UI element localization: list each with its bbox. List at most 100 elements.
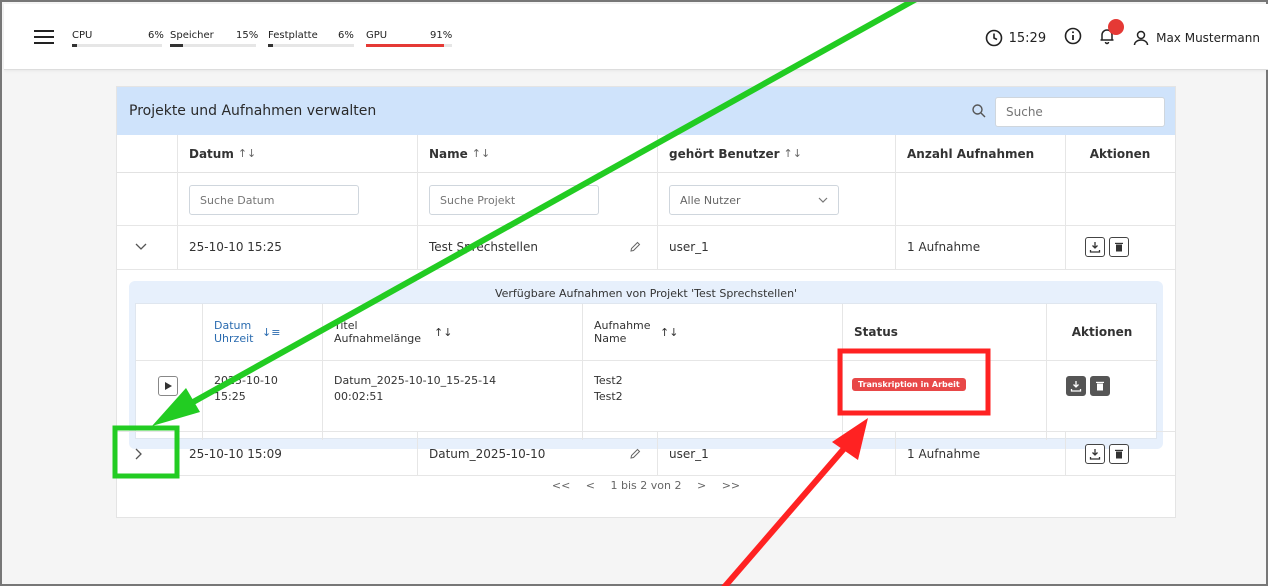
divider	[117, 225, 1175, 226]
projects-card: Projekte und Aufnahmen verwalten Datum↑↓…	[116, 86, 1176, 518]
recording-time: 15:25	[214, 390, 246, 403]
app-window: CPU 6% Speicher 15% Festplatte 6% GPU 91…	[0, 0, 1268, 586]
metric-value: 91%	[430, 30, 453, 41]
recordings-table: Datum Uhrzeit ↓≡ Titel Aufnahmelänge ↑↓ …	[135, 303, 1158, 440]
search-input[interactable]	[995, 97, 1165, 127]
row-user: user_1	[669, 240, 709, 254]
metric-bar	[72, 44, 162, 47]
metric-fill	[268, 44, 274, 47]
notification-dot	[1108, 19, 1125, 35]
divider	[417, 135, 418, 269]
user-menu[interactable]: Max Mustermann	[1132, 29, 1260, 47]
metric-value: 15%	[236, 30, 259, 41]
sort-icon: ↑↓	[660, 326, 679, 339]
right-tools: 15:29 Max Mustermann	[985, 19, 1260, 52]
pager-first[interactable]: <<	[552, 479, 570, 492]
trash-icon	[1096, 381, 1104, 391]
pencil-icon	[630, 241, 641, 252]
recordings-panel-title: Verfügbare Aufnahmen von Projekt 'Test S…	[494, 287, 798, 300]
metric-label: Speicher	[170, 30, 214, 41]
trash-icon	[1115, 449, 1123, 459]
row-user: user_1	[669, 447, 709, 461]
col-label: gehört Benutzer	[669, 146, 780, 161]
divider	[895, 135, 896, 269]
divider	[895, 431, 896, 475]
menu-icon[interactable]	[34, 30, 54, 44]
status-badge: Transkription in Arbeit	[852, 378, 966, 391]
row-collapse-toggle[interactable]	[135, 235, 147, 259]
recordings-panel: Verfügbare Aufnahmen von Projekt 'Test S…	[129, 281, 1163, 449]
col-label: Datum	[214, 319, 252, 332]
delete-project-button[interactable]	[1109, 444, 1129, 464]
divider	[582, 304, 583, 440]
divider	[1065, 135, 1066, 269]
metric-bar	[268, 44, 354, 47]
clock-icon	[985, 29, 1002, 47]
metric-fill	[366, 44, 445, 47]
row-count: 1 Aufnahme	[907, 240, 981, 254]
metric-value: 6%	[338, 30, 354, 41]
pager-last[interactable]: >>	[722, 479, 740, 492]
search-box	[971, 97, 1165, 127]
clock-time: 15:29	[1008, 30, 1047, 46]
divider	[202, 304, 203, 440]
metric-bar	[170, 44, 256, 47]
divider	[417, 431, 418, 475]
recording-date: 2025-10-10	[214, 374, 278, 387]
divider	[117, 269, 1175, 270]
metric-fill	[72, 44, 78, 47]
divider	[117, 431, 1175, 432]
metric-label: CPU	[72, 30, 93, 41]
download-icon	[1070, 381, 1082, 392]
divider	[136, 360, 1158, 361]
user-icon	[1133, 30, 1149, 46]
edit-name-button[interactable]	[629, 237, 641, 257]
row-name: Datum_2025-10-10	[429, 447, 546, 461]
col-label: Name	[429, 146, 468, 161]
metric-label: GPU	[366, 30, 388, 41]
row-expand-toggle[interactable]	[135, 442, 143, 466]
metric-bar	[366, 44, 452, 47]
filter-datum-input[interactable]	[189, 185, 359, 215]
nested-col-status: Status	[854, 325, 898, 339]
play-button[interactable]	[158, 376, 178, 396]
filter-user-select[interactable]: Alle Nutzer	[669, 185, 839, 215]
col-label: Datum	[189, 146, 234, 161]
recording-name-2: Test2	[594, 390, 623, 403]
clock: 15:29	[985, 29, 1046, 47]
top-bar: CPU 6% Speicher 15% Festplatte 6% GPU 91…	[4, 4, 1268, 70]
divider	[1065, 431, 1066, 475]
sort-icon: ↑↓	[471, 147, 491, 160]
card-title: Projekte und Aufnahmen verwalten	[129, 103, 377, 119]
col-expand	[117, 135, 177, 173]
col-header-count: Anzahl Aufnahmen	[895, 135, 1065, 173]
chevron-down-icon	[818, 197, 828, 203]
recording-title: Datum_2025-10-10_15-25-14	[334, 374, 497, 387]
delete-recording-button[interactable]	[1090, 376, 1110, 396]
divider	[177, 135, 178, 269]
col-header-name[interactable]: Name ↑↓	[417, 135, 657, 173]
divider	[117, 475, 1175, 476]
divider	[842, 304, 843, 440]
filter-projekt-input[interactable]	[429, 185, 599, 215]
user-name: Max Mustermann	[1156, 31, 1260, 45]
download-recording-button[interactable]	[1066, 376, 1086, 396]
col-label: Aufnahme	[594, 319, 651, 332]
col-header-actions: Aktionen	[1065, 135, 1175, 173]
edit-name-button[interactable]	[629, 444, 641, 464]
pager-next[interactable]: >	[697, 479, 706, 492]
col-header-user[interactable]: gehört Benutzer ↑↓	[657, 135, 895, 173]
download-project-button[interactable]	[1085, 237, 1105, 257]
pager-info: 1 bis 2 von 2	[610, 479, 682, 492]
pager-prev[interactable]: <	[586, 479, 595, 492]
download-project-button[interactable]	[1085, 444, 1105, 464]
chevron-right-icon	[135, 448, 142, 460]
col-label: Aufnahmelänge	[334, 332, 422, 345]
recording-name: Test2	[594, 374, 623, 387]
notifications-button[interactable]	[1098, 19, 1125, 49]
col-header-datum[interactable]: Datum ↑↓	[177, 135, 417, 173]
metric-value: 6%	[148, 30, 164, 41]
info-button[interactable]	[1064, 27, 1082, 49]
delete-project-button[interactable]	[1109, 237, 1129, 257]
nested-col-aufnahme[interactable]: Aufnahme Name	[582, 304, 842, 360]
